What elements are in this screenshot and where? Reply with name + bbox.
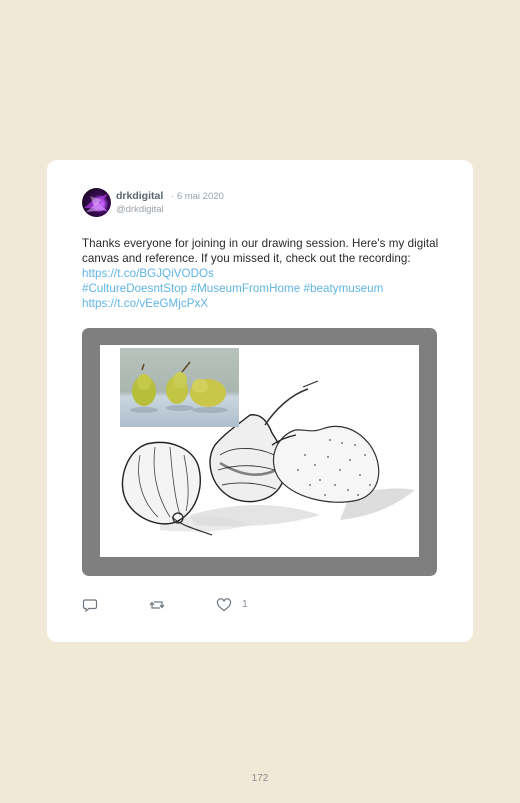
avatar[interactable] [82, 188, 111, 217]
tweet-date-text[interactable]: 6 mai 2020 [177, 191, 224, 202]
page-number: 172 [251, 773, 269, 784]
tweet-text: Thanks everyone for joining in our drawi… [82, 236, 444, 311]
tweet-body-text: Thanks everyone for joining in our drawi… [82, 237, 439, 265]
like-count: 1 [242, 598, 248, 610]
retweet-icon[interactable] [149, 597, 165, 618]
author-name[interactable]: drkdigital [116, 190, 163, 202]
hashtag-beatymuseum[interactable]: #beatymuseum [304, 282, 384, 295]
reply-icon[interactable] [82, 597, 98, 618]
like-icon[interactable] [216, 597, 232, 618]
tweet-actions: 1 [82, 597, 442, 613]
hashtag-culturedoesntstop[interactable]: #CultureDoesntStop [82, 282, 187, 295]
media-link[interactable]: https://t.co/vEeGMjcPxX [82, 297, 208, 310]
author-handle[interactable]: @drkdigital [116, 204, 164, 215]
tweet-card: drkdigital · 6 mai 2020 @drkdigital Than… [47, 160, 473, 642]
recording-link[interactable]: https://t.co/BGJQiVODOs [82, 267, 214, 280]
drawing-canvas [100, 345, 419, 557]
tweet-date[interactable]: · 6 mai 2020 [171, 191, 224, 202]
tweet-header: drkdigital · 6 mai 2020 @drkdigital [82, 188, 442, 220]
reference-photo [120, 348, 239, 427]
tweet-media-image[interactable] [82, 328, 437, 576]
hashtag-museumfromhome[interactable]: #MuseumFromHome [191, 282, 301, 295]
